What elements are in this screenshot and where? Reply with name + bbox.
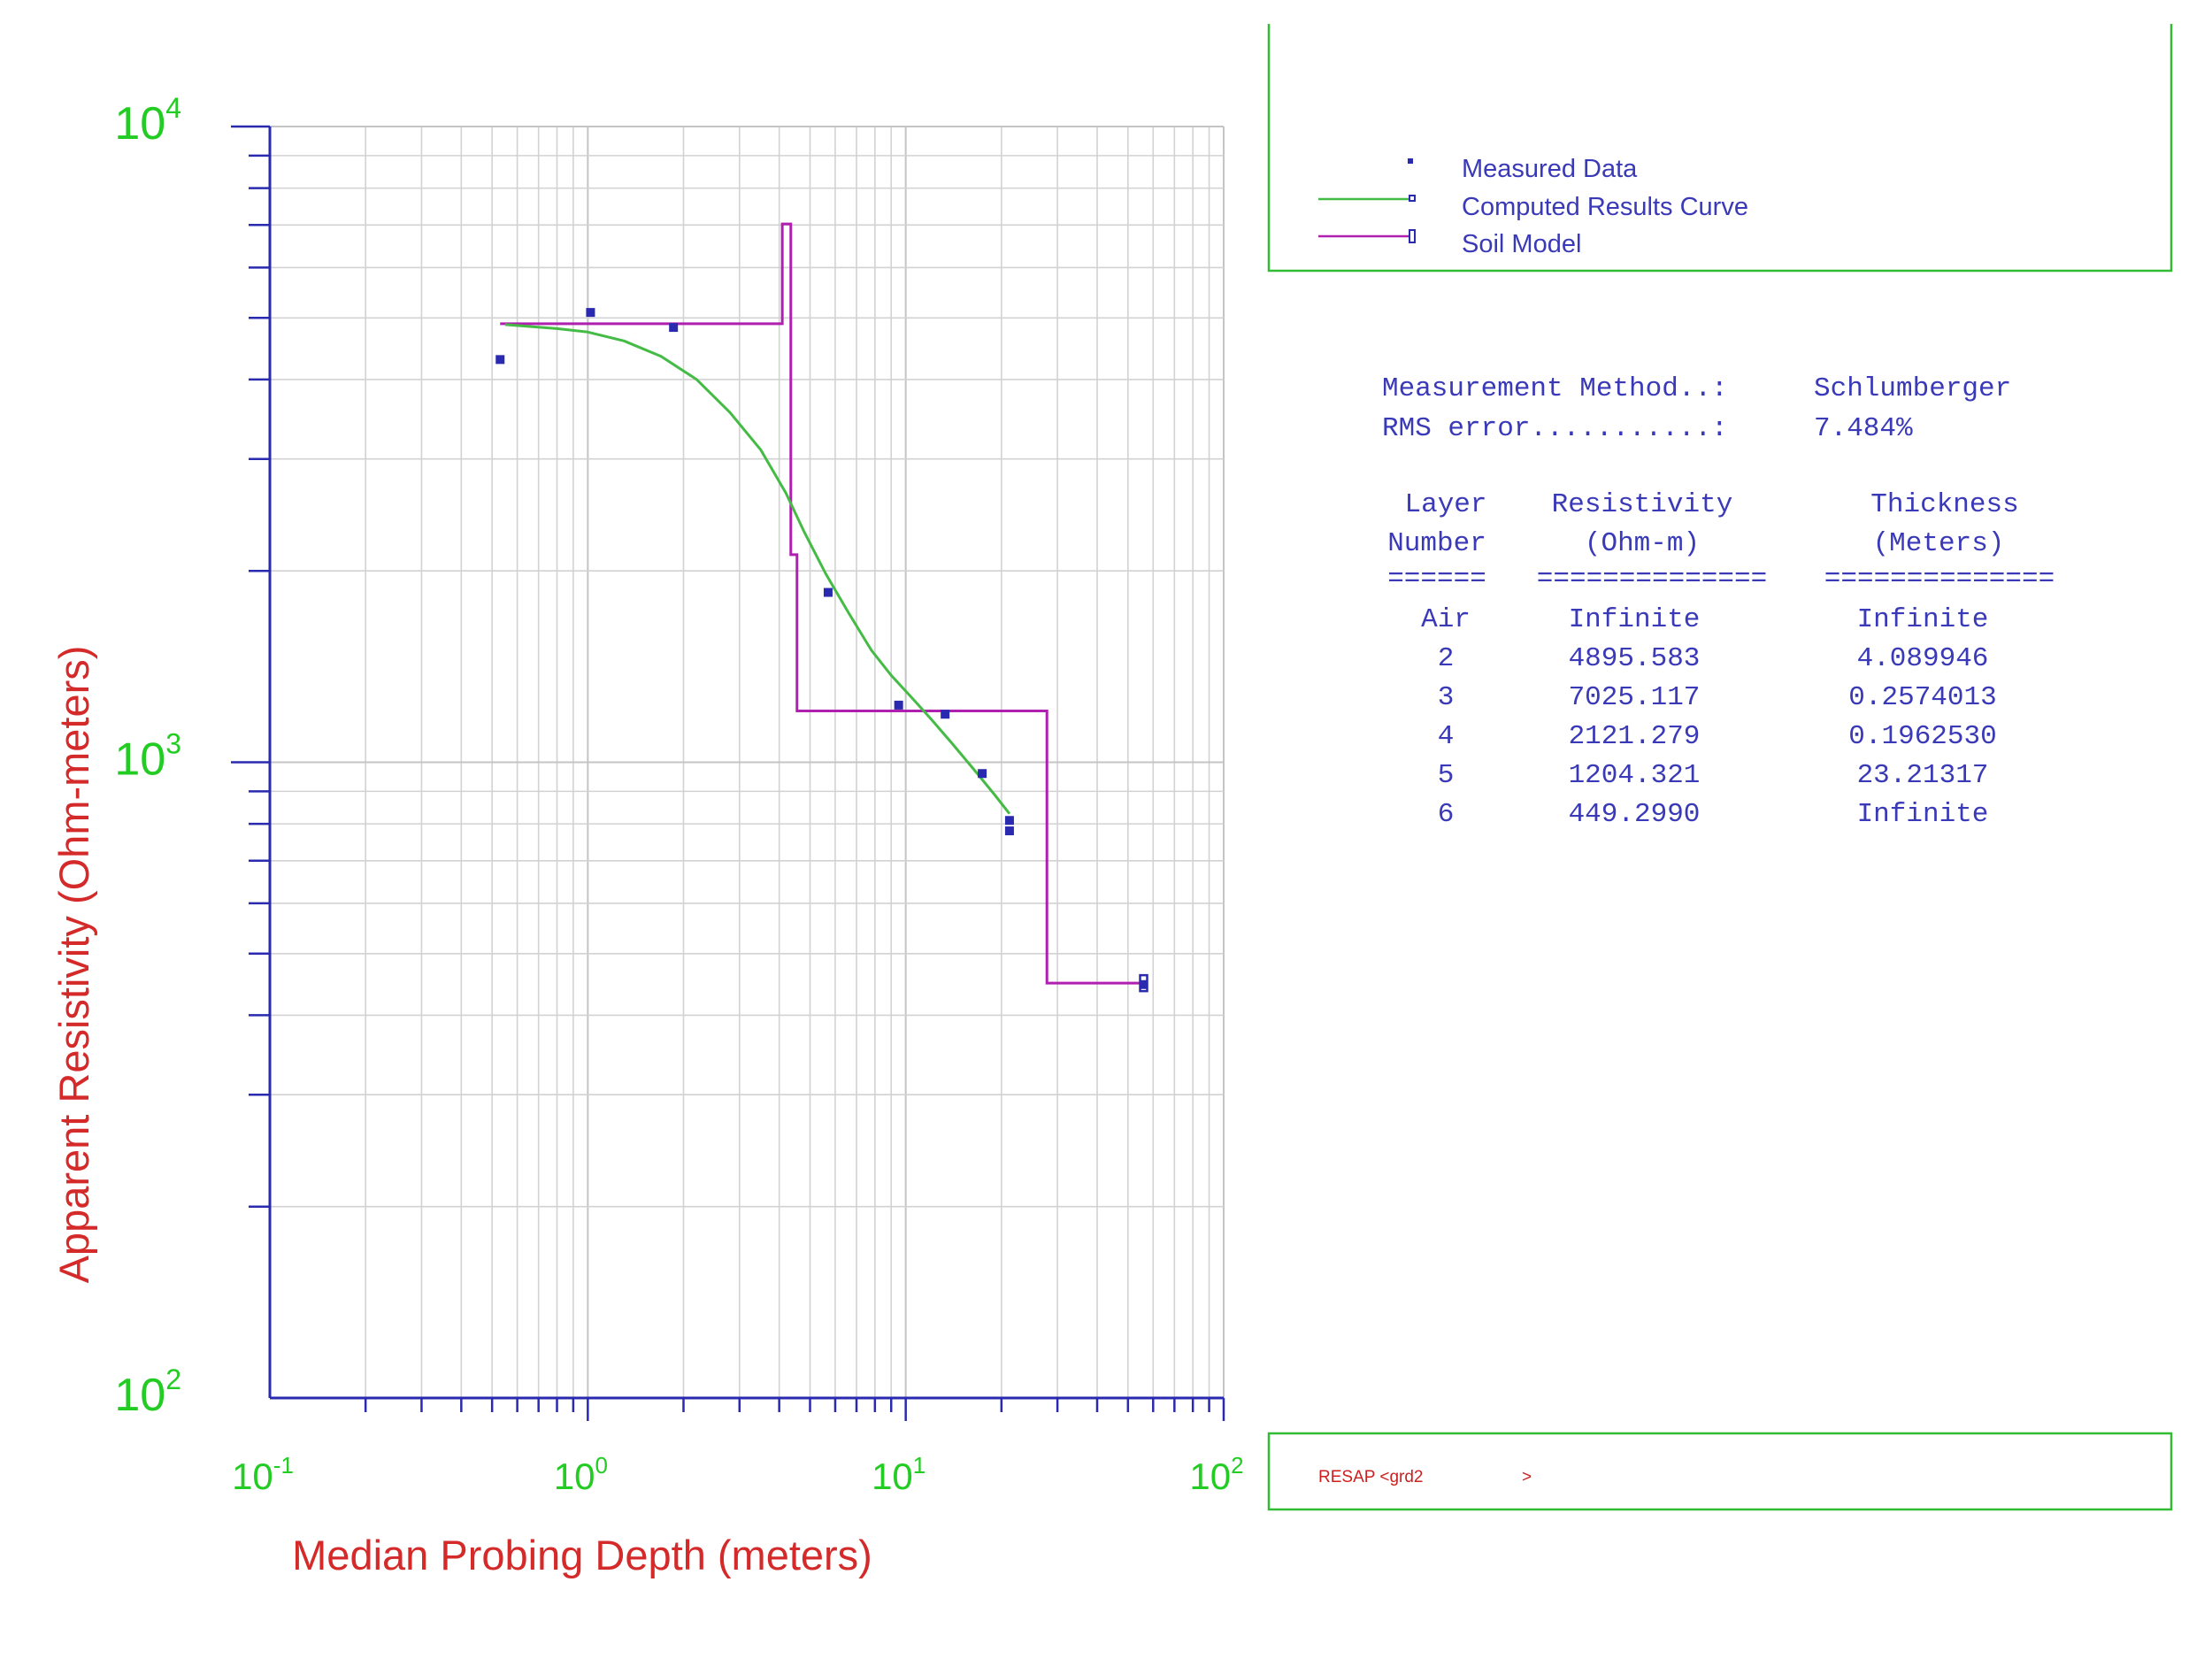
rms-label: RMS error...........: — [1382, 413, 1728, 444]
measured-data-point — [1004, 816, 1014, 826]
layer-number: 4 — [1438, 721, 1455, 752]
header-rule-thickness: ============== — [1824, 564, 2055, 595]
legend-border — [1267, 24, 2173, 273]
layer-row: 5 1204.321 23.21317 — [1438, 760, 1989, 791]
header-resistivity: Resistivity — [1552, 489, 1733, 520]
legend-label-computed: Computed Results Curve — [1462, 193, 1748, 221]
x-tick-label: 101 — [872, 1452, 926, 1497]
status-prompt: RESAP <grd2 — [1318, 1468, 1423, 1486]
legend-panel: Measured Data Computed Results Curve Soi… — [1267, 24, 2173, 273]
legend-label-soil: Soil Model — [1462, 230, 1581, 258]
layer-number: Air — [1421, 604, 1471, 635]
x-tick-label-base: 10 — [1189, 1455, 1231, 1497]
header-rule-layer: ====== — [1387, 564, 1486, 595]
inversion-report: Measurement Method..: Schlumberger RMS e… — [1382, 373, 2055, 830]
measured-data-point — [1004, 826, 1014, 836]
measured-data-point — [894, 700, 903, 710]
y-tick-label-base: 10 — [114, 734, 165, 786]
header-layer: Layer — [1404, 489, 1486, 520]
layer-table: Air Infinite Infinite 2 4895.583 4.089946 3 702… — [1421, 604, 1997, 830]
rms-value: 7.484% — [1814, 413, 1913, 444]
layer-thickness: 4.089946 — [1857, 643, 1989, 674]
layer-row: 2 4895.583 4.089946 — [1438, 643, 1989, 674]
x-tick-label: 100 — [554, 1452, 608, 1497]
x-axis-title: Median Probing Depth (meters) — [292, 1532, 872, 1578]
layer-thickness: Infinite — [1857, 799, 1989, 830]
layer-resistivity: 449.2990 — [1569, 799, 1701, 830]
plot-grid — [270, 126, 1225, 1398]
y-tick-label-exponent: 2 — [165, 1363, 181, 1395]
x-tick-label: 10-1 — [232, 1452, 294, 1497]
layer-thickness: Infinite — [1857, 604, 1989, 635]
computed-results-series — [504, 323, 1011, 815]
x-tick-label-base: 10 — [872, 1455, 913, 1497]
computed-results-line — [504, 323, 1011, 815]
soil-model-marker-icon — [1409, 229, 1416, 243]
method-value: Schlumberger — [1814, 373, 2011, 404]
x-tick-label-base: 10 — [554, 1455, 595, 1497]
x-tick-label-exponent: -1 — [273, 1452, 294, 1479]
layer-resistivity: 2121.279 — [1569, 721, 1701, 752]
y-tick-label: 104 — [114, 92, 181, 150]
layer-number: 2 — [1438, 643, 1455, 674]
x-tick-label-exponent: 1 — [913, 1452, 926, 1479]
measured-data-point — [495, 355, 505, 365]
y-tick-label-base: 10 — [114, 98, 165, 150]
legend-item-computed: Computed Results Curve — [1318, 193, 1748, 221]
measured-data-point — [669, 323, 679, 333]
chart-canvas: 10-1 100 101 102102103104 Apparent Resistiv… — [50, 24, 2173, 1578]
measured-data-point — [1139, 979, 1148, 989]
layer-thickness: 23.21317 — [1857, 760, 1989, 791]
computed-curve-marker-icon — [1409, 195, 1416, 202]
status-panel: RESAP <grd2 > — [1267, 1432, 2173, 1511]
layer-thickness: 0.1962530 — [1848, 721, 1996, 752]
layer-resistivity: Infinite — [1569, 604, 1701, 635]
measured-data-point — [823, 588, 833, 597]
y-tick-label-base: 10 — [114, 1370, 165, 1421]
layer-row: 6 449.2990 Infinite — [1438, 799, 1989, 830]
layer-resistivity: 1204.321 — [1569, 760, 1701, 791]
legend-item-soil: Soil Model — [1318, 229, 1581, 258]
y-tick-label: 103 — [114, 728, 181, 786]
layer-row: 3 7025.117 0.2574013 — [1438, 682, 1997, 713]
layer-number: 3 — [1438, 682, 1455, 713]
legend-label-measured: Measured Data — [1462, 155, 1638, 183]
axis-ticks — [231, 125, 1225, 1421]
legend-item-measured: Measured Data — [1408, 155, 1638, 183]
y-axis-title: Apparent Resistivity (Ohm-meters) — [50, 646, 97, 1284]
header-number: Number — [1387, 528, 1486, 559]
soil-model-line — [500, 222, 1144, 985]
x-tick-label-exponent: 0 — [595, 1452, 607, 1479]
layer-thickness: 0.2574013 — [1848, 682, 1996, 713]
soil-model-series — [500, 222, 1148, 993]
header-rule-resistivity: ============== — [1537, 564, 1767, 595]
layer-row: 4 2121.279 0.1962530 — [1438, 721, 1997, 752]
x-tick-label-exponent: 2 — [1231, 1452, 1243, 1479]
layer-number: 5 — [1438, 760, 1455, 791]
x-tick-label: 102 — [1189, 1452, 1243, 1497]
measured-data-marker-icon — [1408, 158, 1413, 164]
measured-data-series — [495, 308, 1148, 989]
y-tick-label-exponent: 3 — [165, 728, 181, 760]
measured-data-point — [586, 308, 595, 318]
y-tick-label: 102 — [114, 1363, 181, 1421]
measured-data-point — [978, 769, 987, 779]
header-thickness: Thickness — [1870, 489, 2018, 520]
layer-number: 6 — [1438, 799, 1455, 830]
axis-tick-labels: 10-1 100 101 102102103104 — [114, 92, 1243, 1497]
method-label: Measurement Method..: — [1382, 373, 1728, 404]
layer-row: Air Infinite Infinite — [1421, 604, 1988, 635]
header-thickness-unit: (Meters) — [1873, 528, 2005, 559]
header-resistivity-unit: (Ohm-m) — [1585, 528, 1700, 559]
y-tick-label-exponent: 4 — [165, 92, 181, 124]
status-prompt-end: > — [1522, 1468, 1532, 1486]
measured-data-point — [941, 710, 950, 719]
x-tick-label-base: 10 — [232, 1455, 273, 1497]
layer-resistivity: 4895.583 — [1569, 643, 1701, 674]
layer-resistivity: 7025.117 — [1569, 682, 1701, 713]
